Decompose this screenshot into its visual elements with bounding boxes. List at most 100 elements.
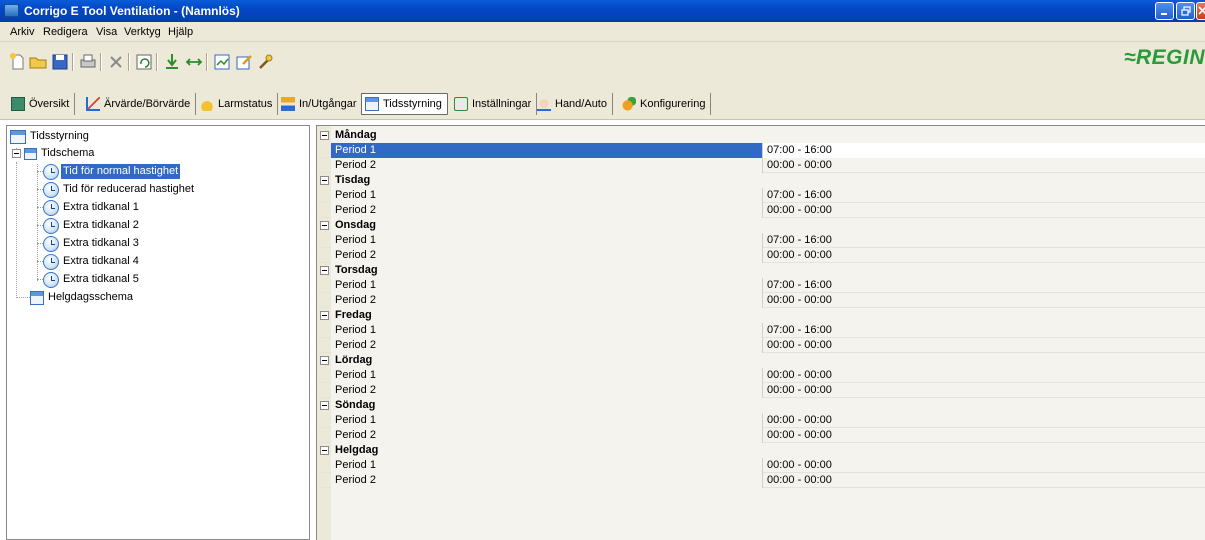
period-time-value[interactable]: 00:00 - 00:00 (763, 248, 1205, 263)
tree-item-extra-channel-2[interactable]: Extra tidkanal 2 (43, 217, 141, 234)
period-row[interactable]: Period 2 00:00 - 00:00 (317, 473, 1205, 488)
menu-hjalp[interactable]: Hjälp (168, 26, 193, 38)
tab-label: Ärvärde/Börvärde (104, 98, 191, 110)
save-icon[interactable] (50, 52, 70, 72)
tree-item-extra-channel-1[interactable]: Extra tidkanal 1 (43, 199, 141, 216)
period-row[interactable]: Period 2 00:00 - 00:00 (317, 203, 1205, 218)
period-row[interactable]: Period 2 00:00 - 00:00 (317, 248, 1205, 263)
period-row[interactable]: Period 1 07:00 - 16:00 (317, 233, 1205, 248)
day-category-1[interactable]: Tisdag (317, 173, 1205, 188)
tree-node-helgdagsschema[interactable]: Helgdagsschema (30, 289, 135, 306)
tab-bar: Översikt Ärvärde/Börvärde Larmstatus In/… (0, 90, 1205, 120)
day-category-2[interactable]: Onsdag (317, 218, 1205, 233)
tree-item-extra-channel-4[interactable]: Extra tidkanal 4 (43, 253, 141, 270)
day-category-6[interactable]: Söndag (317, 398, 1205, 413)
period-time-value[interactable]: 00:00 - 00:00 (763, 293, 1205, 308)
tab-oversikt[interactable]: Översikt (8, 93, 76, 115)
period-time-value[interactable]: 00:00 - 00:00 (763, 383, 1205, 398)
tree-item-normal-speed[interactable]: Tid för normal hastighet (43, 163, 181, 180)
period-time-value[interactable]: 00:00 - 00:00 (763, 203, 1205, 218)
refresh-icon[interactable] (134, 52, 154, 72)
period-row[interactable]: Period 1 07:00 - 16:00 (317, 143, 1205, 158)
collapse-icon[interactable] (320, 266, 329, 275)
tree-item-extra-channel-3[interactable]: Extra tidkanal 3 (43, 235, 141, 252)
period-time-value[interactable]: 00:00 - 00:00 (763, 338, 1205, 353)
tab-konfigurering[interactable]: Konfigurering (619, 93, 712, 115)
download-icon[interactable] (162, 52, 182, 72)
window-title: Corrigo E Tool Ventilation - (Namnlös) (24, 4, 240, 18)
collapse-icon[interactable] (320, 401, 329, 410)
period-time-value[interactable]: 07:00 - 16:00 (763, 188, 1205, 203)
period-time-value[interactable]: 07:00 - 16:00 (763, 278, 1205, 293)
day-category-4[interactable]: Fredag (317, 308, 1205, 323)
day-category-7[interactable]: Helgdag (317, 443, 1205, 458)
period-row[interactable]: Period 2 00:00 - 00:00 (317, 293, 1205, 308)
period-time-value[interactable]: 00:00 - 00:00 (763, 158, 1205, 173)
tab-tidsstyrning[interactable]: Tidsstyrning (361, 93, 448, 115)
period-time-value[interactable]: 00:00 - 00:00 (763, 458, 1205, 473)
title-bar: Corrigo E Tool Ventilation - (Namnlös) (0, 0, 1205, 22)
connect-icon[interactable] (184, 52, 204, 72)
tab-larmstatus[interactable]: Larmstatus (197, 93, 279, 115)
period-row[interactable]: Period 2 00:00 - 00:00 (317, 158, 1205, 173)
tab-label: In/Utgångar (299, 98, 357, 110)
print-icon[interactable] (78, 52, 98, 72)
period-label: Period 1 (331, 458, 763, 473)
tab-in-utgangar[interactable]: In/Utgångar (278, 93, 363, 115)
period-row[interactable]: Period 2 00:00 - 00:00 (317, 383, 1205, 398)
tab-arvarde-borvarde[interactable]: Ärvärde/Börvärde (83, 93, 197, 115)
restore-button[interactable] (1176, 2, 1195, 20)
period-time-value[interactable]: 07:00 - 16:00 (763, 143, 1205, 158)
period-row[interactable]: Period 1 00:00 - 00:00 (317, 368, 1205, 383)
menu-arkiv[interactable]: Arkiv (10, 26, 34, 38)
period-row[interactable]: Period 2 00:00 - 00:00 (317, 338, 1205, 353)
tab-installningar[interactable]: Inställningar (451, 93, 538, 115)
period-row[interactable]: Period 1 07:00 - 16:00 (317, 323, 1205, 338)
period-time-value[interactable]: 00:00 - 00:00 (763, 413, 1205, 428)
close-button[interactable] (1196, 2, 1205, 20)
day-category-3[interactable]: Torsdag (317, 263, 1205, 278)
collapse-icon[interactable] (320, 176, 329, 185)
period-time-value[interactable]: 00:00 - 00:00 (763, 368, 1205, 383)
tab-label: Konfigurering (640, 98, 706, 110)
day-category-5[interactable]: Lördag (317, 353, 1205, 368)
tree-item-extra-channel-5[interactable]: Extra tidkanal 5 (43, 271, 141, 288)
collapse-icon[interactable] (320, 356, 329, 365)
new-file-icon[interactable] (8, 52, 28, 72)
menu-visa[interactable]: Visa (96, 26, 117, 38)
collapse-icon[interactable] (320, 221, 329, 230)
clock-icon (43, 217, 59, 234)
collapse-icon[interactable] (320, 446, 329, 455)
minimize-button[interactable] (1155, 2, 1174, 20)
menu-redigera[interactable]: Redigera (43, 26, 88, 38)
period-row[interactable]: Period 1 07:00 - 16:00 (317, 278, 1205, 293)
tree-root-tidsstyrning[interactable]: Tidsstyrning (10, 128, 91, 145)
period-row[interactable]: Period 1 07:00 - 16:00 (317, 188, 1205, 203)
collapse-icon[interactable] (12, 149, 21, 158)
period-time-value[interactable]: 00:00 - 00:00 (763, 473, 1205, 488)
day-name: Lördag (335, 354, 373, 366)
hand-icon (537, 97, 551, 111)
period-label: Period 1 (331, 413, 763, 428)
edit-icon[interactable] (234, 52, 254, 72)
tab-hand-auto[interactable]: Hand/Auto (534, 93, 613, 115)
close-icon (1198, 6, 1205, 15)
period-time-value[interactable]: 00:00 - 00:00 (763, 428, 1205, 443)
period-row[interactable]: Period 1 00:00 - 00:00 (317, 458, 1205, 473)
menu-verktyg[interactable]: Verktyg (124, 26, 161, 38)
period-time-value[interactable]: 07:00 - 16:00 (763, 233, 1205, 248)
tools-icon[interactable] (256, 52, 276, 72)
period-row[interactable]: Period 1 00:00 - 00:00 (317, 413, 1205, 428)
open-folder-icon[interactable] (28, 52, 48, 72)
chart-icon[interactable] (212, 52, 232, 72)
day-name: Måndag (335, 129, 377, 141)
tree-node-tidschema[interactable]: Tidschema (12, 145, 96, 162)
day-category-0[interactable]: Måndag (317, 128, 1205, 143)
delete-icon[interactable] (106, 52, 126, 72)
collapse-icon[interactable] (320, 311, 329, 320)
tree-item-reduced-speed[interactable]: Tid för reducerad hastighet (43, 181, 196, 198)
tree-line (16, 297, 30, 298)
period-time-value[interactable]: 07:00 - 16:00 (763, 323, 1205, 338)
period-row[interactable]: Period 2 00:00 - 00:00 (317, 428, 1205, 443)
collapse-icon[interactable] (320, 131, 329, 140)
